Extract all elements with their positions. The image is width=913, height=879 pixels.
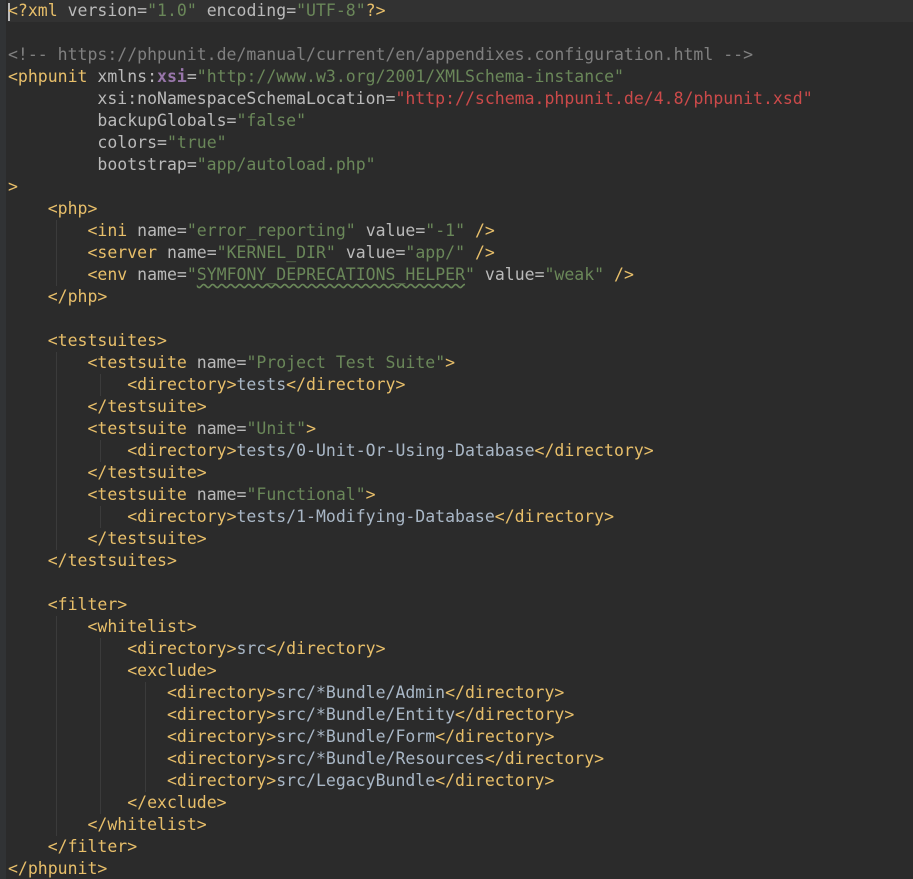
code-line-text: </php> [47,287,108,306]
code-line-text: <phpunit xmlns:xsi="http://www.w3.org/20… [8,67,624,86]
code-line[interactable]: <directory>src/*Bundle/Entity</directory… [8,704,913,726]
code-line[interactable]: <phpunit xmlns:xsi="http://www.w3.org/20… [8,66,913,88]
code-line[interactable]: <!-- https://phpunit.de/manual/current/e… [8,44,913,66]
code-line-text: backupGlobals="false" [97,111,307,130]
code-line[interactable]: backupGlobals="false" [8,110,913,132]
code-line-text: <filter> [47,595,128,614]
code-line-text: > [8,177,18,196]
code-line[interactable] [8,308,913,330]
code-line-text: <?xml version="1.0" encoding="UTF-8"?> [8,1,386,20]
code-line-text: <directory>tests/0-Unit-Or-Using-Databas… [127,441,654,460]
code-line-text: bootstrap="app/autoload.php" [97,155,376,174]
code-line-text: <testsuites> [47,331,167,350]
code-line[interactable]: <directory>tests/0-Unit-Or-Using-Databas… [8,440,913,462]
code-line-text: <directory>src/*Bundle/Form</directory> [166,727,555,746]
code-line[interactable]: <directory>src</directory> [8,638,913,660]
code-line[interactable]: </php> [8,286,913,308]
code-line-text: <directory>src/*Bundle/Resources</direct… [166,749,605,768]
code-line-text: </testsuite> [87,397,207,416]
code-line-text: <whitelist> [87,617,197,636]
code-line[interactable]: <server name="KERNEL_DIR" value="app/" /… [8,242,913,264]
code-line[interactable] [8,22,913,44]
code-line[interactable]: <php> [8,198,913,220]
code-line[interactable]: </filter> [8,836,913,858]
code-line-text: </testsuite> [87,463,207,482]
code-line[interactable]: <exclude> [8,660,913,682]
code-line-text: <directory>src/LegacyBundle</directory> [166,771,555,790]
code-line-text: <!-- https://phpunit.de/manual/current/e… [8,45,754,64]
code-line[interactable]: <testsuites> [8,330,913,352]
code-line-text: <directory>tests</directory> [127,375,406,394]
code-line-text: <exclude> [127,661,217,680]
code-line[interactable] [8,572,913,594]
code-line-text: <directory>src</directory> [127,639,386,658]
code-line[interactable]: <testsuite name="Project Test Suite"> [8,352,913,374]
code-line-text: <ini name="error_reporting" value="-1" /… [87,221,495,240]
code-line[interactable]: <directory>tests/1-Modifying-Database</d… [8,506,913,528]
code-line[interactable]: <whitelist> [8,616,913,638]
code-line[interactable]: <testsuite name="Functional"> [8,484,913,506]
code-line-text: <env name="SYMFONY_DEPRECATIONS_HELPER" … [87,265,634,284]
code-line[interactable]: <directory>src/*Bundle/Form</directory> [8,726,913,748]
code-line[interactable]: <ini name="error_reporting" value="-1" /… [8,220,913,242]
code-line-text: </exclude> [127,793,227,812]
code-line[interactable]: <?xml version="1.0" encoding="UTF-8"?> [8,0,913,22]
code-line[interactable]: <filter> [8,594,913,616]
editor-gutter[interactable] [0,0,6,879]
code-line-text: <directory>src/*Bundle/Entity</directory… [166,705,575,724]
code-line-text: <server name="KERNEL_DIR" value="app/" /… [87,243,495,262]
code-line[interactable]: </testsuites> [8,550,913,572]
code-line[interactable]: </testsuite> [8,396,913,418]
code-line-text: <directory>tests/1-Modifying-Database</d… [127,507,614,526]
code-line-text: colors="true" [97,133,227,152]
code-line-text: <php> [47,199,98,218]
code-line[interactable]: <directory>src/LegacyBundle</directory> [8,770,913,792]
code-line-text: <testsuite name="Functional"> [87,485,376,504]
code-editor[interactable]: <?xml version="1.0" encoding="UTF-8"?> <!… [0,0,913,879]
code-line-text: </filter> [47,837,138,856]
code-line-text: xsi:noNamespaceSchemaLocation="http://sc… [97,89,813,108]
code-line-text: </phpunit> [8,859,108,878]
code-line-text: </whitelist> [87,815,207,834]
code-line[interactable]: </phpunit> [8,858,913,879]
code-line[interactable]: colors="true" [8,132,913,154]
code-line[interactable]: <testsuite name="Unit"> [8,418,913,440]
code-line-text: </testsuites> [47,551,177,570]
code-line[interactable]: xsi:noNamespaceSchemaLocation="http://sc… [8,88,913,110]
code-line[interactable]: > [8,176,913,198]
code-line[interactable]: </testsuite> [8,528,913,550]
code-line[interactable]: <env name="SYMFONY_DEPRECATIONS_HELPER" … [8,264,913,286]
code-line-text: <directory>src/*Bundle/Admin</directory> [166,683,565,702]
code-lines[interactable]: <?xml version="1.0" encoding="UTF-8"?> <!… [8,0,913,879]
code-line[interactable]: bootstrap="app/autoload.php" [8,154,913,176]
code-line-text: <testsuite name="Unit"> [87,419,316,438]
code-line-text: <testsuite name="Project Test Suite"> [87,353,456,372]
code-line[interactable]: </testsuite> [8,462,913,484]
code-line[interactable]: <directory>src/*Bundle/Admin</directory> [8,682,913,704]
code-line-text: </testsuite> [87,529,207,548]
code-line[interactable]: <directory>src/*Bundle/Resources</direct… [8,748,913,770]
code-line[interactable]: <directory>tests</directory> [8,374,913,396]
code-line[interactable]: </exclude> [8,792,913,814]
code-line[interactable]: </whitelist> [8,814,913,836]
